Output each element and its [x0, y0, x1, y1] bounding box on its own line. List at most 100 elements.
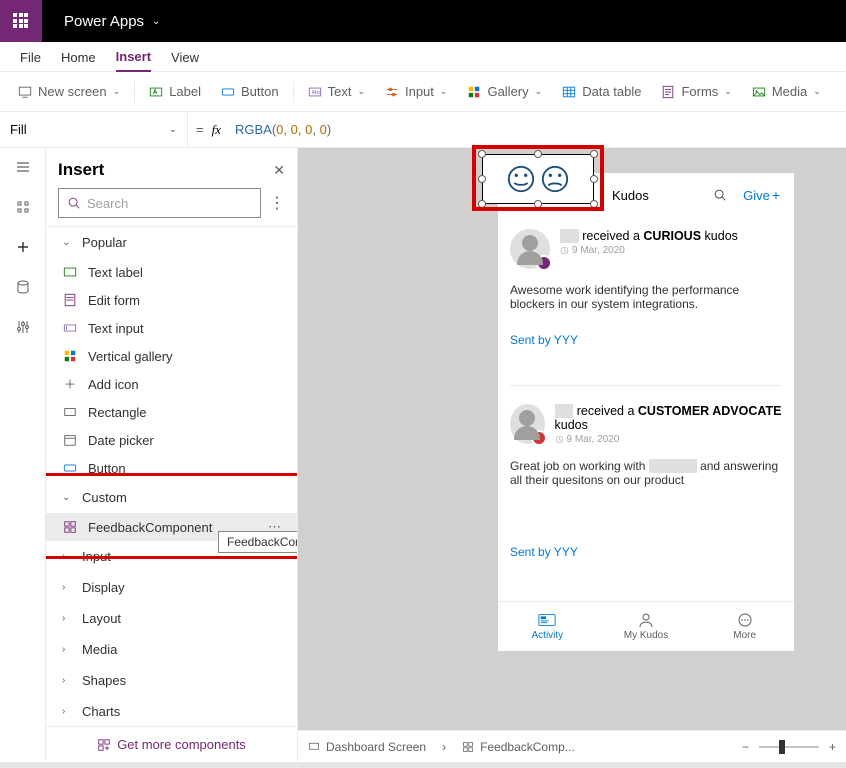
item-rectangle[interactable]: Rectangle — [46, 398, 297, 426]
activity-icon — [538, 612, 556, 628]
nav-more[interactable]: More — [695, 602, 794, 651]
item-button[interactable]: Button — [46, 454, 297, 482]
group-media[interactable]: ›Media — [46, 634, 297, 665]
tree-view-icon[interactable] — [14, 198, 32, 216]
waffle-icon — [13, 13, 29, 29]
group-layout[interactable]: ›Layout — [46, 603, 297, 634]
chevron-right-icon: › — [62, 613, 72, 624]
input-menu-button[interactable]: Input⌄ — [375, 72, 457, 111]
rectangle-icon — [62, 404, 78, 420]
text-icon: Abc — [308, 85, 322, 99]
chevron-down-icon: ⌄ — [440, 86, 448, 97]
breadcrumb-screen[interactable]: Dashboard Screen — [308, 740, 426, 754]
zoom-out-button[interactable]: − — [742, 740, 749, 754]
chevron-down-icon: ⌄ — [62, 492, 72, 503]
group-display[interactable]: ›Display — [46, 572, 297, 603]
form-icon — [661, 85, 675, 99]
forms-menu-button[interactable]: Forms⌄ — [651, 72, 741, 111]
fx-icon: fx — [212, 122, 229, 138]
app-switcher-chevron-icon[interactable]: ⌄ — [152, 16, 160, 27]
close-panel-button[interactable]: ✕ — [273, 162, 285, 179]
new-screen-button[interactable]: New screen⌄ — [8, 72, 130, 111]
chevron-down-icon: ⌄ — [813, 86, 821, 97]
sent-by-link[interactable]: Sent by YYY — [510, 333, 782, 347]
chevron-down-icon: ⌄ — [535, 86, 543, 97]
group-custom[interactable]: ⌄Custom — [46, 482, 297, 513]
item-date-picker[interactable]: Date picker — [46, 426, 297, 454]
give-button[interactable]: Give + — [743, 187, 780, 203]
button-insert-button[interactable]: Button — [211, 72, 289, 111]
panel-title: Insert — [58, 160, 104, 180]
media-menu-button[interactable]: Media⌄ — [742, 72, 831, 111]
item-vertical-gallery[interactable]: Vertical gallery — [46, 342, 297, 370]
text-menu-button[interactable]: Abc Text⌄ — [298, 72, 375, 111]
kudos-title: Kudos — [612, 188, 649, 203]
search-icon — [67, 196, 81, 210]
screen-icon — [308, 741, 320, 753]
search-icon[interactable] — [713, 188, 727, 202]
panel-more-button[interactable]: ⋮ — [269, 193, 285, 213]
chevron-right-icon: › — [442, 740, 446, 754]
get-more-components-button[interactable]: Get more components — [46, 726, 297, 762]
item-edit-form[interactable]: Edit form — [46, 286, 297, 314]
equals-label: = — [188, 122, 212, 137]
calendar-icon — [62, 432, 78, 448]
zoom-slider[interactable] — [759, 746, 819, 748]
group-popular[interactable]: ⌄Popular — [46, 227, 297, 258]
nav-my-kudos[interactable]: My Kudos — [597, 602, 696, 651]
label-icon — [62, 264, 78, 280]
group-charts[interactable]: ›Charts — [46, 696, 297, 726]
item-text-label[interactable]: Text label — [46, 258, 297, 286]
clock-icon — [560, 246, 569, 255]
media-icon — [752, 85, 766, 99]
kudos-post: xxx received a CUSTOMER ADVOCATE kudos 9… — [510, 385, 782, 575]
menu-view[interactable]: View — [171, 50, 199, 71]
breadcrumb-component[interactable]: FeedbackComp... — [462, 740, 575, 754]
chevron-right-icon: › — [62, 551, 72, 562]
menu-file[interactable]: File — [20, 50, 41, 71]
avatar-icon — [510, 404, 545, 444]
label-button[interactable]: Label — [139, 72, 211, 111]
chevron-right-icon: › — [62, 644, 72, 655]
app-preview: Kudos Give + xxx received a CURIOUS kudo… — [498, 173, 794, 651]
chevron-down-icon: ⌄ — [357, 86, 365, 97]
menu-insert[interactable]: Insert — [116, 49, 151, 72]
app-title: Power Apps — [64, 13, 144, 30]
gallery-menu-button[interactable]: Gallery⌄ — [457, 72, 552, 111]
nav-activity[interactable]: Activity — [498, 602, 597, 651]
chevron-down-icon: ⌄ — [169, 124, 177, 135]
chevron-right-icon: › — [62, 582, 72, 593]
datatable-button[interactable]: Data table — [552, 72, 651, 111]
zoom-in-button[interactable]: + — [829, 740, 836, 754]
tooltip: FeedbackComponent — [218, 531, 297, 553]
button-icon — [221, 85, 235, 99]
textinput-icon — [62, 320, 78, 336]
data-rail-icon[interactable] — [14, 278, 32, 296]
item-add-icon[interactable]: Add icon — [46, 370, 297, 398]
annotation-highlight — [472, 145, 604, 211]
import-icon — [97, 738, 111, 752]
chevron-down-icon: ⌄ — [62, 237, 72, 248]
more-icon — [737, 612, 753, 628]
chevron-right-icon: › — [62, 675, 72, 686]
property-selector[interactable]: Fill ⌄ — [0, 112, 188, 147]
insert-rail-icon[interactable] — [14, 238, 32, 256]
component-icon — [62, 519, 78, 535]
chevron-down-icon: ⌄ — [724, 86, 732, 97]
table-icon — [562, 85, 576, 99]
search-input[interactable]: Search — [58, 188, 261, 218]
hamburger-icon[interactable] — [14, 158, 32, 176]
chevron-right-icon: › — [62, 706, 72, 717]
item-text-input[interactable]: Text input — [46, 314, 297, 342]
app-launcher-button[interactable] — [0, 0, 42, 42]
group-shapes[interactable]: ›Shapes — [46, 665, 297, 696]
gallery-icon — [62, 348, 78, 364]
formula-input[interactable]: RGBA(0, 0, 0, 0) — [229, 122, 846, 138]
sent-by-link[interactable]: Sent by YYY — [510, 545, 782, 559]
form-icon — [62, 292, 78, 308]
label-icon — [149, 85, 163, 99]
advanced-rail-icon[interactable] — [14, 318, 32, 336]
component-icon — [462, 741, 474, 753]
menu-home[interactable]: Home — [61, 50, 96, 71]
plus-icon: + — [772, 187, 780, 203]
